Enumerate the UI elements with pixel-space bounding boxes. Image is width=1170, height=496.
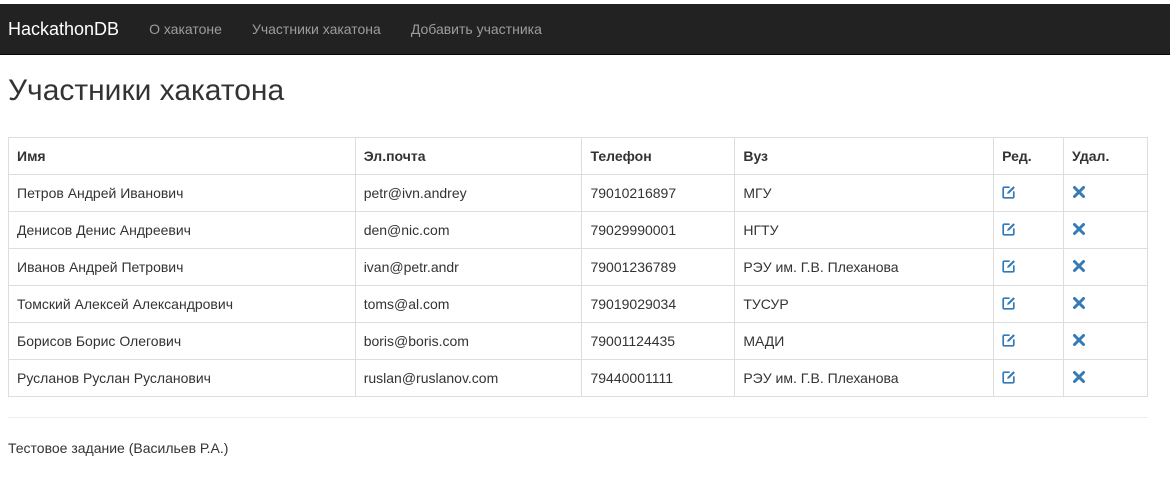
- edit-icon[interactable]: [1002, 185, 1016, 199]
- table-body: Петров Андрей Иванович petr@ivn.andrey 790…: [8, 174, 1148, 397]
- cell-name: Томский Алексей Александрович: [8, 285, 356, 323]
- cell-email: den@nic.com: [354, 211, 583, 249]
- table-row: Борисов Борис Олегович boris@boris.com 790…: [8, 322, 1148, 360]
- remove-icon[interactable]: [1072, 259, 1086, 273]
- remove-icon[interactable]: [1072, 333, 1086, 347]
- cell-name: Петров Андрей Иванович: [8, 174, 356, 212]
- header-delete: Удал.: [1063, 137, 1148, 175]
- footer-text: Тестовое задание (Васильев Р.А.): [8, 440, 229, 456]
- cell-edit: [993, 248, 1065, 286]
- cell-university: МГУ: [734, 174, 995, 212]
- header-university: Вуз: [734, 137, 995, 175]
- cell-email: toms@al.com: [354, 285, 583, 323]
- cell-phone: 79019029034: [581, 285, 736, 323]
- cell-university: РЭУ им. Г.В. Плеханова: [734, 359, 995, 397]
- navbar: HackathonDB О хакатоне Участники хакатон…: [0, 4, 1170, 55]
- cell-name: Русланов Руслан Русланович: [8, 359, 356, 397]
- remove-icon[interactable]: [1072, 222, 1086, 236]
- participants-table: Имя Эл.почта Телефон Вуз Ред. Удал. Петр…: [8, 137, 1148, 397]
- cell-name: Иванов Андрей Петрович: [8, 248, 356, 286]
- table-row: Иванов Андрей Петрович ivan@petr.andr 7900…: [8, 248, 1148, 286]
- cell-university: МАДИ: [734, 322, 995, 360]
- remove-icon[interactable]: [1072, 296, 1086, 310]
- edit-icon[interactable]: [1002, 296, 1016, 310]
- table-row: Русланов Руслан Русланович ruslan@ruslano…: [8, 359, 1148, 397]
- divider: [8, 417, 1148, 418]
- edit-icon[interactable]: [1002, 370, 1016, 384]
- cell-phone: 79029990001: [581, 211, 736, 249]
- remove-icon[interactable]: [1072, 185, 1086, 199]
- cell-delete: [1063, 248, 1148, 286]
- cell-edit: [993, 211, 1065, 249]
- cell-delete: [1063, 211, 1148, 249]
- edit-icon[interactable]: [1002, 333, 1016, 347]
- cell-email: petr@ivn.andrey: [354, 174, 583, 212]
- table-row: Томский Алексей Александрович toms@al.com…: [8, 285, 1148, 323]
- nav-link-about[interactable]: О хакатоне: [134, 4, 237, 54]
- table-row: Петров Андрей Иванович petr@ivn.andrey 790…: [8, 174, 1148, 212]
- cell-delete: [1063, 322, 1148, 360]
- cell-university: НГТУ: [734, 211, 995, 249]
- remove-icon[interactable]: [1072, 370, 1086, 384]
- cell-email: ivan@petr.andr: [354, 248, 583, 286]
- cell-edit: [993, 359, 1065, 397]
- edit-icon[interactable]: [1002, 222, 1016, 236]
- brand-link[interactable]: HackathonDB: [0, 4, 134, 54]
- table-header-row: Имя Эл.почта Телефон Вуз Ред. Удал.: [8, 137, 1148, 175]
- cell-university: РЭУ им. Г.В. Плеханова: [734, 248, 995, 286]
- cell-name: Борисов Борис Олегович: [8, 322, 356, 360]
- cell-name: Денисов Денис Андреевич: [8, 211, 356, 249]
- header-edit: Ред.: [993, 137, 1065, 175]
- header-phone: Телефон: [581, 137, 736, 175]
- cell-phone: 79001124435: [581, 322, 736, 360]
- cell-delete: [1063, 174, 1148, 212]
- table-row: Денисов Денис Андреевич den@nic.com 790299…: [8, 211, 1148, 249]
- page-title: Участники хакатона: [8, 74, 285, 107]
- cell-phone: 79010216897: [581, 174, 736, 212]
- cell-email: ruslan@ruslanov.com: [354, 359, 583, 397]
- cell-email: boris@boris.com: [354, 322, 583, 360]
- nav-link-participants[interactable]: Участники хакатона: [237, 4, 396, 54]
- edit-icon[interactable]: [1002, 259, 1016, 273]
- cell-university: ТУСУР: [734, 285, 995, 323]
- header-name: Имя: [8, 137, 356, 175]
- cell-phone: 79440001111: [581, 359, 736, 397]
- cell-edit: [993, 322, 1065, 360]
- cell-edit: [993, 174, 1065, 212]
- cell-phone: 79001236789: [581, 248, 736, 286]
- cell-delete: [1063, 359, 1148, 397]
- cell-delete: [1063, 285, 1148, 323]
- nav-link-add-participant[interactable]: Добавить участника: [396, 4, 557, 54]
- cell-edit: [993, 285, 1065, 323]
- header-email: Эл.почта: [354, 137, 583, 175]
